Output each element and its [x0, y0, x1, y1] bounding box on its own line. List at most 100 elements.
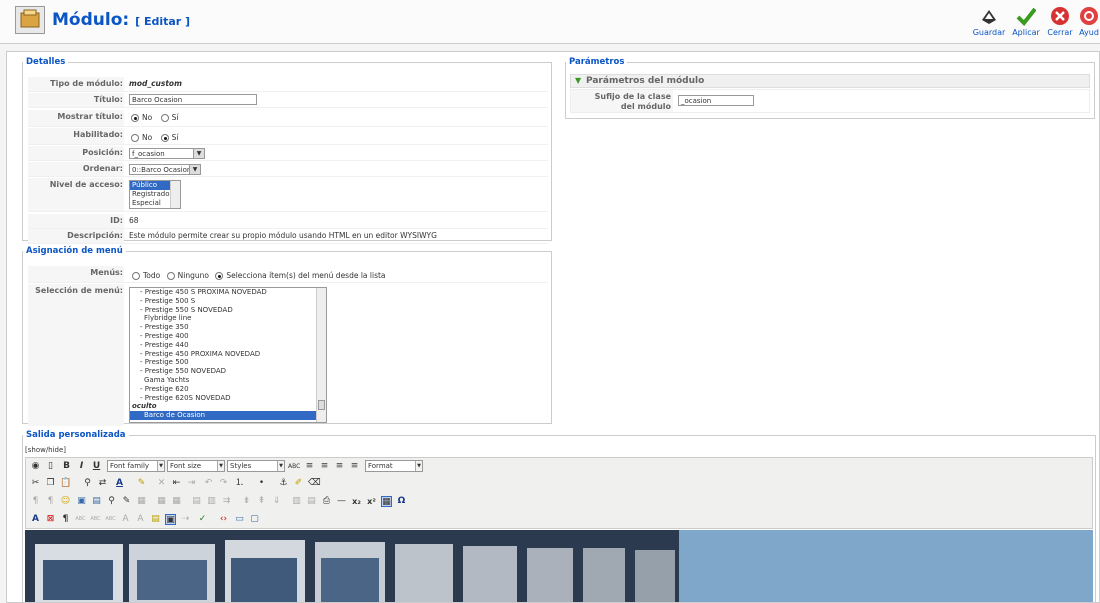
- superscript-icon[interactable]: x²: [366, 496, 377, 507]
- subscript-icon[interactable]: x₂: [351, 496, 362, 507]
- cut-icon[interactable]: ✂: [30, 478, 41, 489]
- chevron-down-icon[interactable]: ▼: [157, 461, 164, 471]
- eraser-icon[interactable]: ⌫: [308, 478, 321, 489]
- new-document-icon[interactable]: ▯: [45, 461, 56, 472]
- menu-list-group[interactable]: oculto: [130, 402, 326, 411]
- page-break-icon[interactable]: ▢: [249, 514, 260, 525]
- table-props-icon[interactable]: ▦: [171, 496, 182, 507]
- help-icon[interactable]: ◉: [30, 461, 41, 472]
- indent-icon[interactable]: ⇥: [186, 478, 197, 489]
- delete-col-icon[interactable]: ⇓: [271, 496, 282, 507]
- order-select[interactable]: 0::Barco Ocasion ▼: [129, 164, 201, 175]
- chevron-down-icon[interactable]: ▼: [189, 165, 200, 174]
- italic-icon[interactable]: I: [76, 461, 87, 472]
- template-insert-icon[interactable]: ▭: [234, 514, 245, 525]
- chevron-down-icon[interactable]: ▼: [193, 149, 204, 158]
- menu-list-item[interactable]: - Prestige 450 PROXIMA NOVEDAD: [130, 350, 326, 359]
- align-center-icon[interactable]: ≡: [319, 461, 330, 472]
- replace-icon[interactable]: ⇄: [97, 478, 108, 489]
- redo-icon[interactable]: ↷: [218, 478, 229, 489]
- menu-list-item[interactable]: Gama Yachts: [130, 376, 326, 385]
- spell-icon[interactable]: ✓: [197, 514, 208, 525]
- preview-icon[interactable]: ⚲: [106, 496, 117, 507]
- cleanup-icon[interactable]: ✐: [293, 478, 304, 489]
- scrollbar-thumb[interactable]: [318, 400, 325, 410]
- menu-list-item[interactable]: - Prestige 620: [130, 385, 326, 394]
- html-icon[interactable]: ‹›: [218, 514, 229, 525]
- editor-content-area[interactable]: [25, 530, 1093, 602]
- format-select[interactable]: Format ▼: [365, 460, 423, 472]
- underline-icon[interactable]: U: [91, 461, 102, 472]
- delete-row-icon[interactable]: ⇟: [241, 496, 252, 507]
- undo-icon[interactable]: ↶: [203, 478, 214, 489]
- layer-icon[interactable]: ▤: [150, 514, 161, 525]
- menu-all-radio[interactable]: [132, 272, 140, 280]
- menu-none-radio[interactable]: [166, 272, 175, 280]
- insert-row-icon[interactable]: ⇉: [221, 496, 232, 507]
- table-icon[interactable]: ▦: [156, 496, 167, 507]
- cite-icon[interactable]: ABC: [75, 514, 86, 525]
- media-icon[interactable]: ▣: [76, 496, 87, 507]
- menu-list-item-selected[interactable]: Barco de Ocasion: [130, 411, 316, 420]
- chevron-down-icon[interactable]: ▼: [217, 461, 224, 471]
- visual-chars-icon[interactable]: ¶: [60, 514, 71, 525]
- menu-list-item[interactable]: Flybridge line: [130, 314, 326, 323]
- insert-col-icon[interactable]: ⇞: [256, 496, 267, 507]
- paste-icon[interactable]: 📋: [60, 478, 71, 489]
- special-char-icon[interactable]: Ω: [396, 496, 407, 507]
- styleprops-icon[interactable]: A: [30, 514, 41, 525]
- chevron-down-icon[interactable]: ▼: [277, 461, 284, 471]
- cell-props-icon[interactable]: ▥: [206, 496, 217, 507]
- enabled-yes-radio[interactable]: [160, 134, 169, 142]
- text-color-icon[interactable]: A: [114, 478, 125, 489]
- align-justify-icon[interactable]: ≡: [349, 461, 360, 472]
- enabled-no-radio[interactable]: [131, 134, 139, 142]
- menu-list-item[interactable]: - Prestige 400: [130, 332, 326, 341]
- menu-list-item[interactable]: - Prestige 550 NOVEDAD: [130, 367, 326, 376]
- bullet-list-icon[interactable]: •: [256, 478, 267, 489]
- bold-icon[interactable]: B: [61, 461, 72, 472]
- class-suffix-input[interactable]: _ocasion: [678, 95, 754, 106]
- align-right-icon[interactable]: ≡: [334, 461, 345, 472]
- anchor-icon[interactable]: ⚓: [278, 478, 289, 489]
- menu-list-item[interactable]: - Prestige 350: [130, 323, 326, 332]
- edit-icon[interactable]: ✎: [121, 496, 132, 507]
- merge-cell-icon[interactable]: ▤: [306, 496, 317, 507]
- spellcheck-icon[interactable]: ABC: [288, 461, 300, 472]
- fullscreen-icon[interactable]: ▦: [381, 496, 392, 507]
- rtl-icon[interactable]: ¶: [45, 496, 56, 507]
- params-section-header[interactable]: ▼ Parámetros del módulo: [570, 74, 1090, 88]
- show-title-yes-radio[interactable]: [160, 114, 169, 122]
- menu-list-item[interactable]: - Prestige 500 S: [130, 297, 326, 306]
- ltr-icon[interactable]: ¶: [30, 496, 41, 507]
- title-input[interactable]: Barco Ocasion: [129, 94, 257, 105]
- ins-icon[interactable]: ABC: [105, 514, 116, 525]
- menu-list-item[interactable]: - Prestige 450 S PROXIMA NOVEDAD: [130, 288, 326, 297]
- numbered-list-icon[interactable]: ⒈: [234, 478, 245, 489]
- split-cell-icon[interactable]: ▥: [291, 496, 302, 507]
- abbr-icon[interactable]: ⊠: [45, 514, 56, 525]
- remove-format-icon[interactable]: ✕: [156, 478, 167, 489]
- copy-icon[interactable]: ❐: [45, 478, 56, 489]
- show-title-no-radio[interactable]: [131, 114, 139, 122]
- image-icon[interactable]: ▤: [91, 496, 102, 507]
- help-button[interactable]: Ayud: [1072, 6, 1100, 37]
- show-hide-toggle[interactable]: [show/hide]: [25, 446, 66, 454]
- outdent-icon[interactable]: ⇤: [171, 478, 182, 489]
- scrollbar[interactable]: [316, 288, 326, 422]
- styles-select[interactable]: Styles ▼: [227, 460, 285, 472]
- horizontal-rule-icon[interactable]: —: [336, 496, 347, 507]
- attribs-icon[interactable]: A: [135, 514, 146, 525]
- menu-select-radio[interactable]: [215, 272, 224, 280]
- access-level-list[interactable]: Público Registrado Especial: [129, 180, 181, 209]
- forward-icon[interactable]: ⇢: [180, 514, 191, 525]
- align-left-icon[interactable]: ≡: [304, 461, 315, 472]
- font-family-select[interactable]: Font family ▼: [107, 460, 165, 472]
- save-button[interactable]: Guardar: [969, 6, 1009, 37]
- find-icon[interactable]: ⚲: [82, 478, 93, 489]
- acronym-icon[interactable]: ABC: [90, 514, 101, 525]
- absolute-icon[interactable]: ▣: [165, 514, 176, 525]
- chevron-down-icon[interactable]: ▼: [415, 461, 422, 471]
- position-select[interactable]: f_ocasion ▼: [129, 148, 205, 159]
- menu-list-item[interactable]: - Prestige 500: [130, 358, 326, 367]
